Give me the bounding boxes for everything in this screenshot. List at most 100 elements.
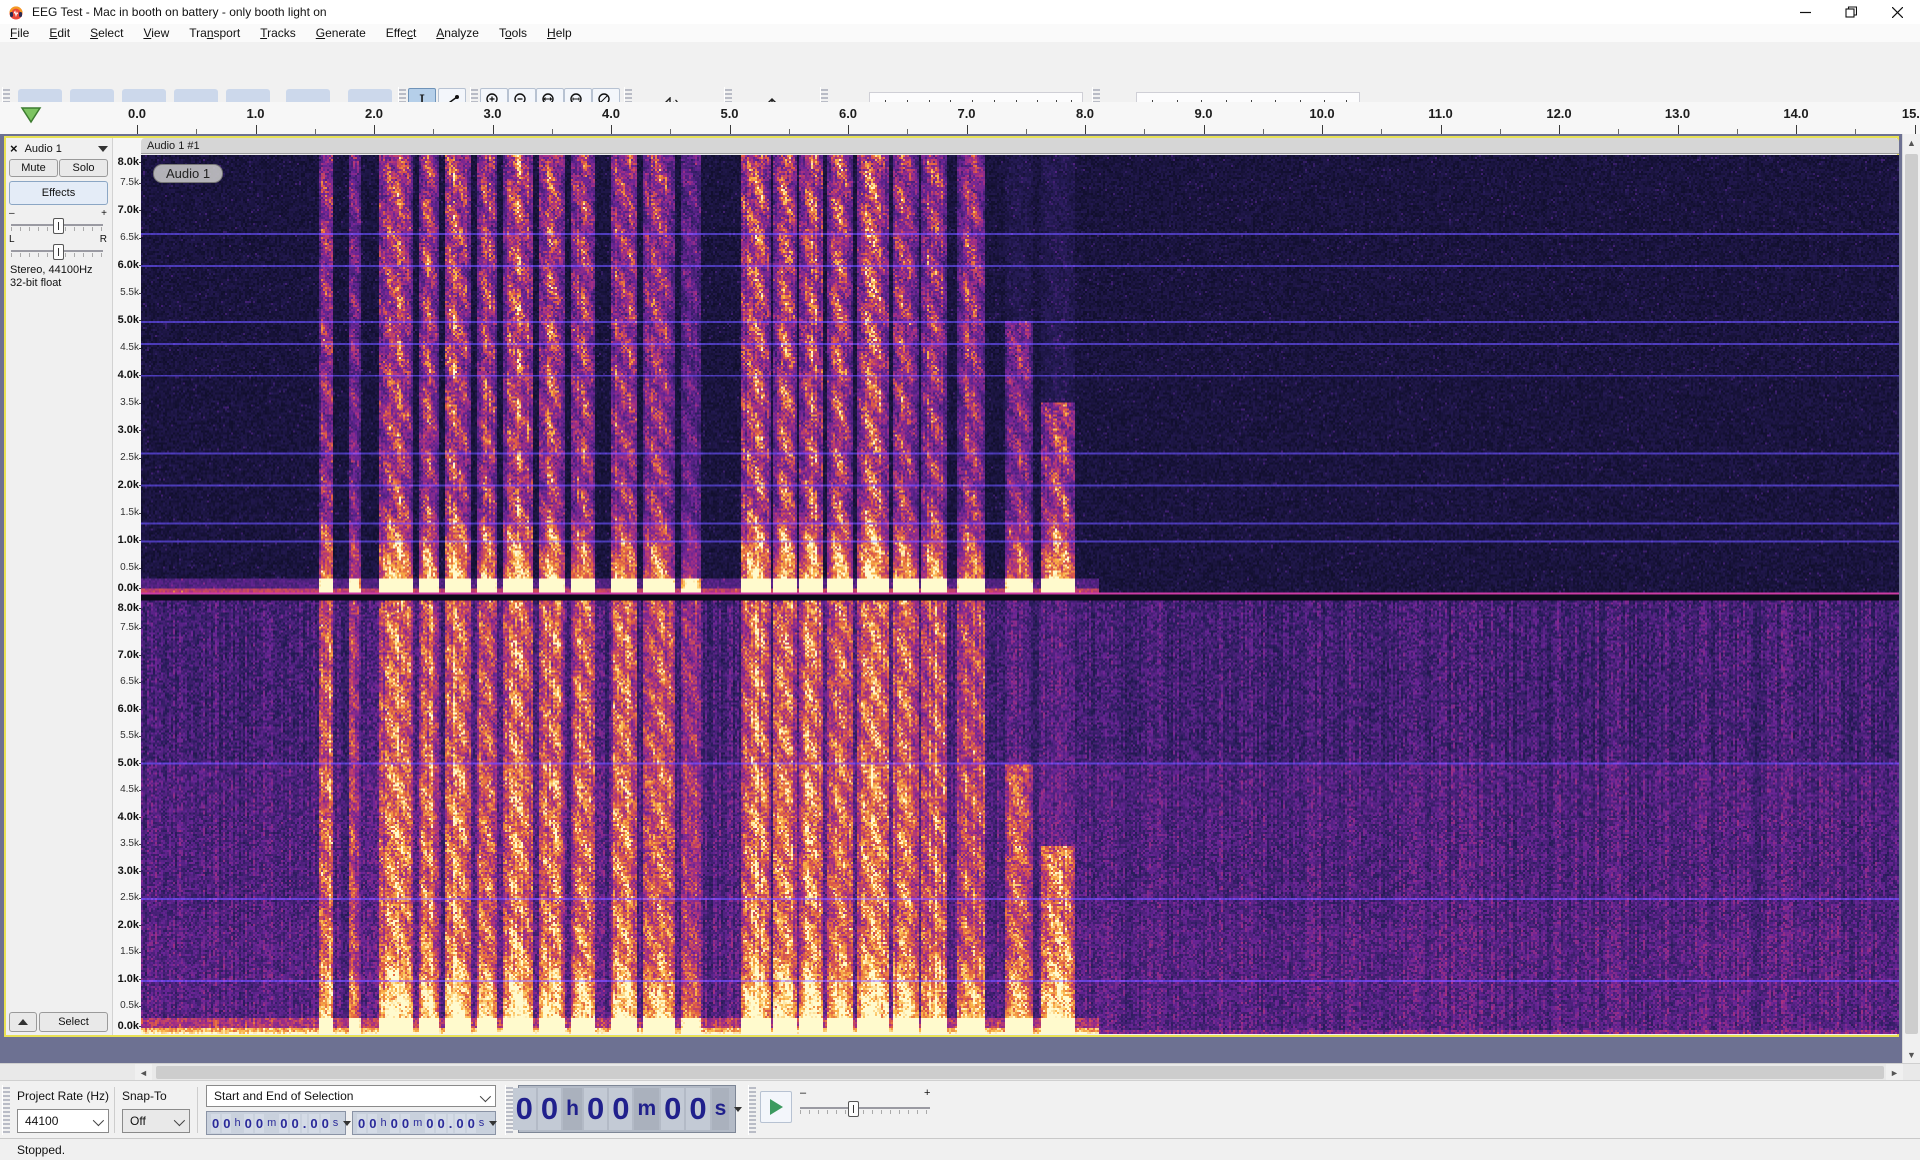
scroll-down-arrow[interactable]: ▼ xyxy=(1903,1046,1920,1063)
menu-tracks[interactable]: Tracks xyxy=(250,25,306,41)
time-digit[interactable]: 0 xyxy=(211,1114,220,1133)
time-digit[interactable]: . xyxy=(448,1114,454,1133)
freq-label: 0.0k xyxy=(118,582,139,594)
audio-clip[interactable]: Audio 1 #1 Audio 1 xyxy=(141,138,1899,1035)
toolbar: I xyxy=(0,42,1920,103)
time-digit[interactable]: 0 xyxy=(436,1114,445,1133)
timeline-label: 8.0 xyxy=(1076,106,1094,121)
time-digit[interactable]: 0 xyxy=(584,1088,607,1130)
pan-slider-thumb[interactable] xyxy=(53,244,64,260)
collapse-track-button[interactable] xyxy=(9,1012,37,1032)
timeline-label: 4.0 xyxy=(602,106,620,121)
track-close-button[interactable]: × xyxy=(10,141,18,156)
menu-generate[interactable]: Generate xyxy=(306,25,376,41)
gain-slider[interactable] xyxy=(11,218,103,232)
time-digit[interactable]: 0 xyxy=(609,1088,632,1130)
pan-slider[interactable] xyxy=(11,244,103,258)
freq-label: 2.0k xyxy=(118,919,139,931)
menu-edit[interactable]: Edit xyxy=(39,25,80,41)
menu-file[interactable]: File xyxy=(0,25,39,41)
time-digit[interactable]: 0 xyxy=(244,1114,253,1133)
snap-to-combobox[interactable]: Off xyxy=(122,1109,190,1133)
freq-label: 3.5k xyxy=(120,838,139,850)
status-bar: Stopped. xyxy=(0,1138,1920,1160)
time-digit[interactable]: 0 xyxy=(467,1114,476,1133)
play-at-speed-button[interactable] xyxy=(760,1091,792,1123)
timeline-label: 13.0 xyxy=(1665,106,1690,121)
audio-position-display[interactable]: 00h00m00s xyxy=(518,1085,736,1133)
menu-help[interactable]: Help xyxy=(537,25,582,41)
clip-header[interactable]: Audio 1 #1 xyxy=(141,138,1899,154)
scroll-right-arrow[interactable]: ► xyxy=(1886,1064,1903,1081)
time-digit[interactable]: 0 xyxy=(309,1114,318,1133)
time-digit[interactable]: 0 xyxy=(368,1114,377,1133)
track-title[interactable]: Audio 1 xyxy=(25,143,62,155)
project-rate-combobox[interactable]: 44100 xyxy=(17,1109,109,1133)
play-speed-slider[interactable] xyxy=(800,1101,930,1115)
time-digit[interactable]: 0 xyxy=(686,1088,709,1130)
display-spinner-icon[interactable] xyxy=(734,1107,742,1112)
freq-label: 8.0k xyxy=(118,156,139,168)
restore-button[interactable] xyxy=(1828,0,1874,24)
time-digit[interactable]: 0 xyxy=(425,1114,434,1133)
toolbar-grip[interactable] xyxy=(2,1085,10,1135)
freq-label: 2.5k xyxy=(120,892,139,904)
close-button[interactable] xyxy=(1874,0,1920,24)
time-digit[interactable]: 0 xyxy=(661,1088,684,1130)
timeline-tick xyxy=(848,125,849,134)
horizontal-scrollbar[interactable]: ◄ ► xyxy=(0,1063,1920,1081)
play-speed-thumb[interactable] xyxy=(848,1101,859,1117)
timeline-tick xyxy=(1085,125,1086,134)
time-digit[interactable]: 0 xyxy=(357,1114,366,1133)
time-digit[interactable]: 0 xyxy=(401,1114,410,1133)
minimize-button[interactable] xyxy=(1782,0,1828,24)
time-digit[interactable]: 0 xyxy=(255,1114,264,1133)
time-digit[interactable]: 0 xyxy=(222,1114,231,1133)
timeline-ruler[interactable]: 0.01.02.03.04.05.06.07.08.09.010.011.012… xyxy=(0,102,1920,136)
menu-effect[interactable]: Effect xyxy=(376,25,426,41)
menu-tools[interactable]: Tools xyxy=(489,25,537,41)
time-digit[interactable]: . xyxy=(302,1114,308,1133)
frequency-ruler[interactable]: 8.0k7.5k7.0k6.5k6.0k5.5k5.0k4.5k4.0k3.5k… xyxy=(112,138,142,1035)
scroll-up-arrow[interactable]: ▲ xyxy=(1903,134,1920,151)
vertical-scroll-thumb[interactable] xyxy=(1905,154,1918,1034)
vertical-scrollbar[interactable]: ▲ ▼ xyxy=(1902,134,1920,1063)
selection-start-field[interactable]: 00h00m00.00s xyxy=(206,1111,346,1135)
play-position-pin[interactable] xyxy=(20,106,42,124)
freq-label: 5.5k xyxy=(120,287,139,299)
horizontal-scroll-thumb[interactable] xyxy=(156,1066,1884,1079)
selection-end-field[interactable]: 00h00m00.00s xyxy=(352,1111,496,1135)
solo-button[interactable]: Solo xyxy=(59,159,108,177)
mute-button[interactable]: Mute xyxy=(9,159,58,177)
time-digit[interactable]: 0 xyxy=(455,1114,464,1133)
window-title: EEG Test - Mac in booth on battery - onl… xyxy=(32,5,327,19)
time-digit[interactable]: 0 xyxy=(538,1088,561,1130)
field-spinner-icon[interactable] xyxy=(489,1121,497,1126)
time-digit[interactable]: 0 xyxy=(290,1114,299,1133)
timeline-tick xyxy=(1559,125,1560,134)
time-digit[interactable]: 0 xyxy=(321,1114,330,1133)
timeline-label: 0.0 xyxy=(128,106,146,121)
timeline-tick xyxy=(1915,125,1916,134)
gain-slider-thumb[interactable] xyxy=(53,218,64,234)
timeline-tick xyxy=(1678,125,1679,134)
time-digit[interactable]: 0 xyxy=(279,1114,288,1133)
track-menu-arrow-icon[interactable] xyxy=(98,146,108,152)
menu-transport[interactable]: Transport xyxy=(179,25,250,41)
effects-button[interactable]: Effects xyxy=(9,181,108,205)
freq-label: 1.5k xyxy=(120,946,139,958)
selection-mode-dropdown[interactable]: Start and End of Selection xyxy=(206,1085,496,1107)
toolbar-grip[interactable] xyxy=(748,1085,756,1135)
menu-select[interactable]: Select xyxy=(80,25,133,41)
scroll-left-arrow[interactable]: ◄ xyxy=(135,1064,152,1081)
time-digit[interactable]: 0 xyxy=(390,1114,399,1133)
menu-view[interactable]: View xyxy=(133,25,179,41)
field-spinner-icon[interactable] xyxy=(343,1121,351,1126)
timeline-tick xyxy=(374,125,375,134)
freq-label: 5.0k xyxy=(118,314,139,326)
spectrogram-canvas[interactable] xyxy=(141,155,1899,1034)
track-select-button[interactable]: Select xyxy=(39,1012,108,1032)
timeline-label: 3.0 xyxy=(483,106,501,121)
time-digit[interactable]: 0 xyxy=(513,1088,536,1130)
menu-analyze[interactable]: Analyze xyxy=(426,25,489,41)
